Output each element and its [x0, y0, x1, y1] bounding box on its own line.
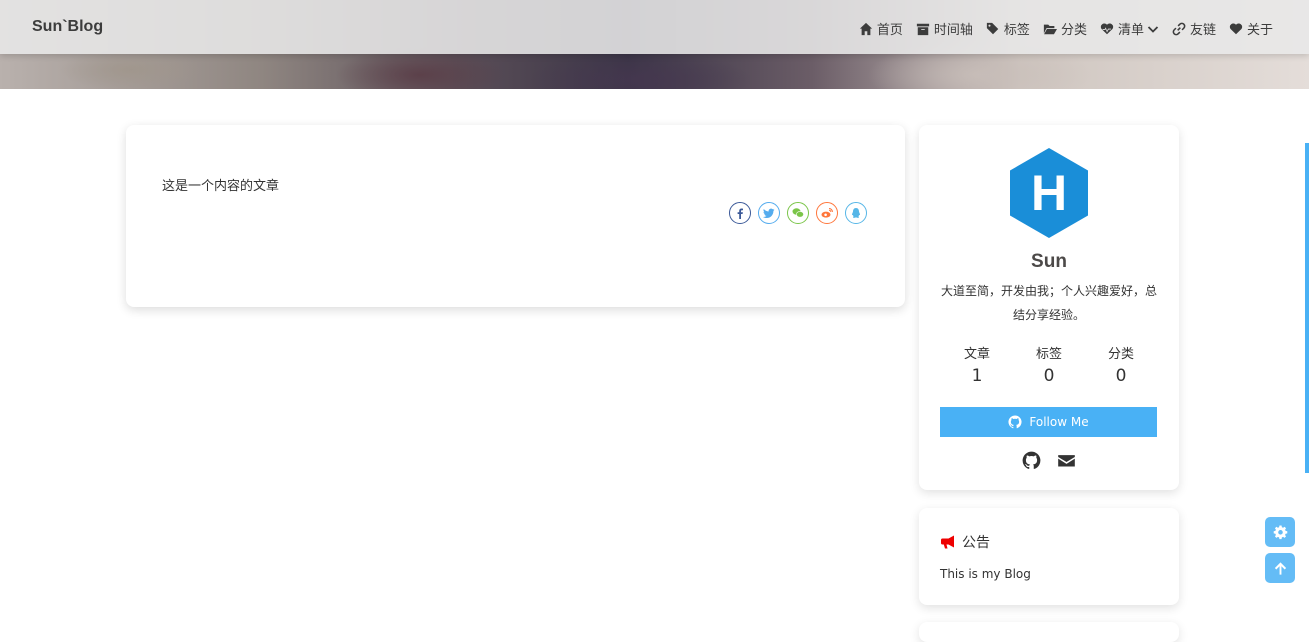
navbar: Sun`Blog 首页 时间轴 标签 分类 清单 友链 关于: [0, 0, 1309, 54]
github-icon[interactable]: [1022, 451, 1041, 470]
site-name[interactable]: Sun`Blog: [32, 18, 103, 36]
chevron-down-icon: [1147, 25, 1159, 33]
twitter-icon: [763, 208, 775, 218]
qq-icon: [851, 208, 861, 218]
nav-item-friends[interactable]: 友链: [1172, 19, 1216, 38]
link-icon: [1172, 22, 1186, 35]
author-card: H Sun 大道至简，开发由我；个人兴趣爱好，总结分享经验。 文章 1 标签 0…: [919, 125, 1179, 490]
nav-item-label: 时间轴: [933, 23, 973, 38]
qq-share-button[interactable]: [845, 202, 867, 224]
nav-item-label: 友链: [1189, 23, 1216, 38]
stat-articles[interactable]: 文章 1: [941, 343, 1013, 386]
folder-open-icon: [1043, 24, 1057, 34]
nav-item-timeline[interactable]: 时间轴: [916, 19, 973, 38]
weibo-icon: [821, 207, 833, 218]
author-stats: 文章 1 标签 0 分类 0: [941, 343, 1157, 386]
scroll-indicator: [1305, 143, 1309, 473]
settings-button[interactable]: [1265, 517, 1295, 547]
nav-item-label: 清单: [1117, 23, 1144, 38]
author-name: Sun: [1031, 251, 1067, 272]
avatar: H: [1010, 148, 1088, 238]
stat-categories[interactable]: 分类 0: [1085, 343, 1157, 386]
nav-item-label: 分类: [1060, 23, 1087, 38]
post-content: 这是一个内容的文章: [162, 179, 280, 194]
archive-icon: [916, 23, 930, 35]
announcement-title-text: 公告: [962, 535, 990, 551]
nav-item-about[interactable]: 关于: [1229, 19, 1273, 38]
tags-icon: [986, 22, 999, 34]
stat-value: 1: [971, 366, 983, 386]
stat-label: 分类: [1107, 347, 1134, 362]
nav-item-tags[interactable]: 标签: [986, 19, 1030, 38]
stat-value: 0: [1115, 366, 1127, 386]
author-description: 大道至简，开发由我；个人兴趣爱好，总结分享经验。: [940, 284, 1157, 322]
nav-item-home[interactable]: 首页: [859, 19, 903, 38]
wechat-share-button[interactable]: [787, 202, 809, 224]
share-bar: [722, 202, 867, 224]
facebook-icon: [737, 208, 743, 219]
post-card: 这是一个内容的文章: [126, 125, 905, 307]
arrow-up-icon: [1274, 561, 1286, 575]
twitter-share-button[interactable]: [758, 202, 780, 224]
nav-item-label: 首页: [876, 23, 903, 38]
nav-item-label: 标签: [1003, 23, 1030, 38]
announcement-card: 公告 This is my Blog: [919, 508, 1179, 605]
weibo-share-button[interactable]: [816, 202, 838, 224]
gear-icon: [1273, 525, 1287, 539]
nav-item-categories[interactable]: 分类: [1043, 19, 1087, 38]
wechat-icon: [792, 208, 804, 218]
nav-item-label: 关于: [1246, 23, 1273, 38]
follow-label: Follow Me: [1029, 415, 1089, 429]
nav-item-list[interactable]: 清单: [1100, 19, 1159, 38]
heart-icon: [1229, 22, 1243, 34]
home-icon: [859, 22, 873, 35]
heartbeat-icon: [1100, 22, 1114, 34]
follow-me-button[interactable]: Follow Me: [940, 407, 1157, 437]
announcement-text: This is my Blog: [940, 567, 1031, 581]
stat-value: 0: [1043, 366, 1055, 386]
github-icon: [1008, 415, 1022, 429]
sidebar-card: [919, 622, 1179, 642]
facebook-share-button[interactable]: [729, 202, 751, 224]
nav-menu: 首页 时间轴 标签 分类 清单 友链 关于: [846, 19, 1273, 38]
stat-label: 标签: [1035, 347, 1062, 362]
stat-tags[interactable]: 标签 0: [1013, 343, 1085, 386]
back-to-top-button[interactable]: [1265, 553, 1295, 583]
announcement-title: 公告: [940, 532, 990, 552]
stat-label: 文章: [963, 347, 990, 362]
email-icon[interactable]: [1057, 451, 1076, 470]
bullhorn-icon: [941, 535, 954, 549]
social-links: [919, 451, 1179, 470]
avatar-letter: H: [1031, 165, 1067, 221]
